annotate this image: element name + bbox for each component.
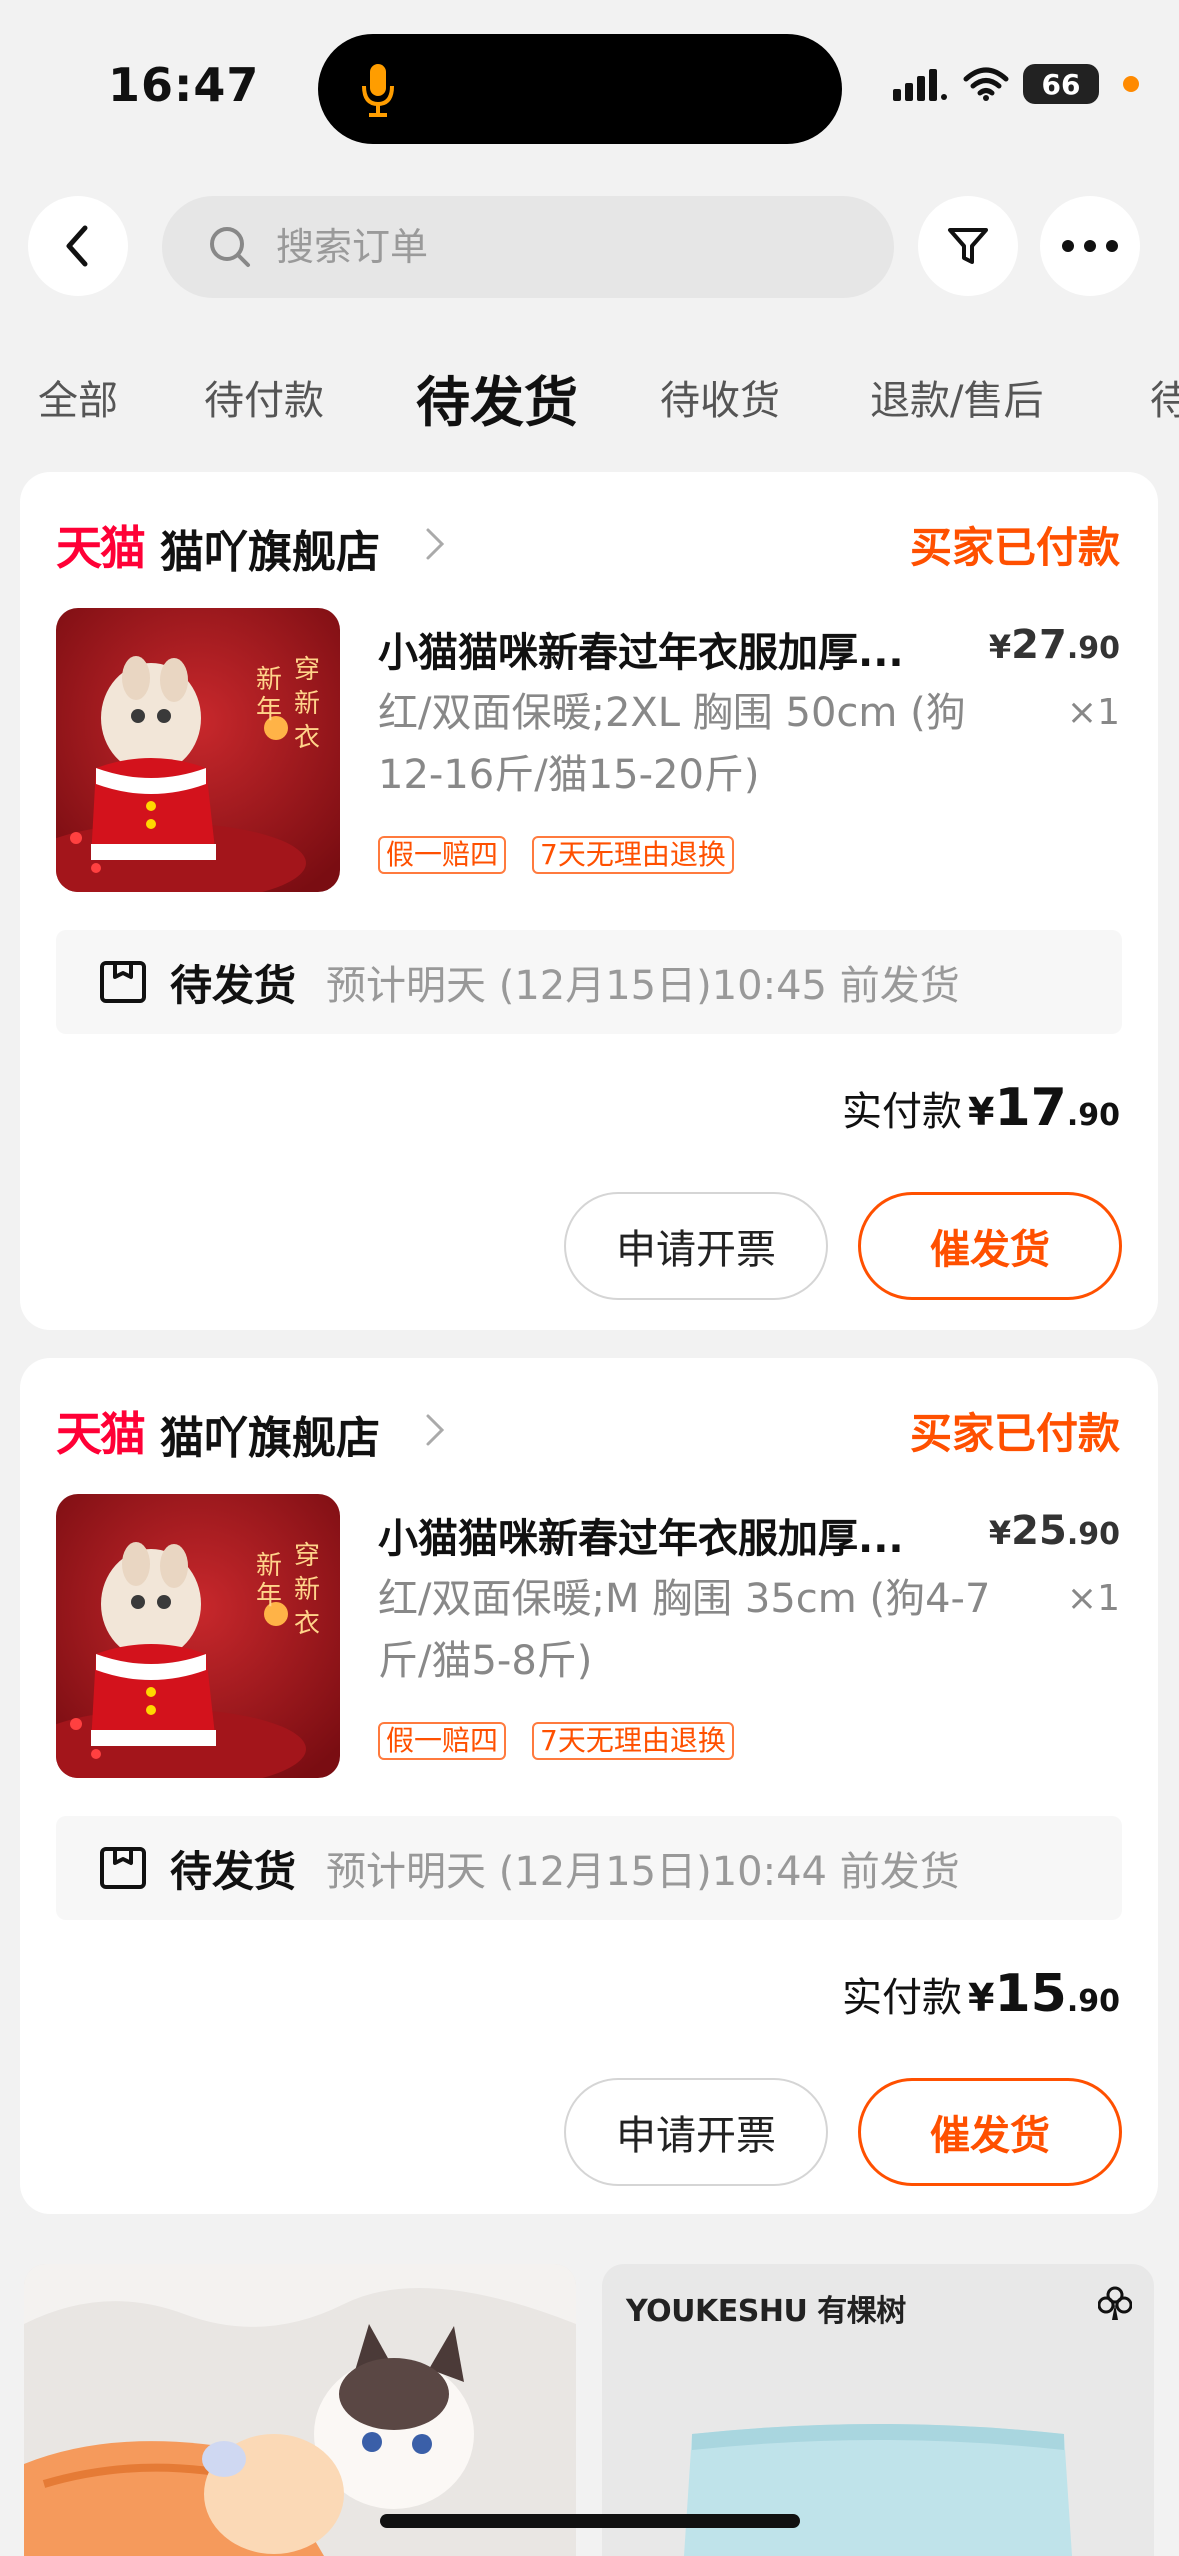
- product-sku: 红/双面保暖;M 胸围 35cm (狗4-7斤/猫5-8斤): [378, 1576, 991, 1684]
- amount-paid-label: 实付款: [842, 1975, 963, 2021]
- currency-symbol: ¥: [988, 628, 1012, 666]
- order-tabs: 全部 待付款 待发货 待收货 退款/售后 待: [0, 350, 1179, 440]
- amount-paid-integer: 15: [994, 1964, 1067, 2024]
- guarantee-tag: 假一赔四: [378, 1722, 507, 1760]
- order-card: 天猫 猫吖旗舰店 买家已付款 新年 穿新衣 小猫猫咪新春过年衣服加厚... ¥2…: [20, 1358, 1158, 2214]
- chevron-right-icon[interactable]: [420, 524, 450, 564]
- filter-icon: [948, 228, 988, 264]
- return-policy-tag: 7天无理由退换: [532, 836, 734, 874]
- tab-pending-receipt[interactable]: 待收货: [660, 368, 780, 426]
- shipping-status-label: 待发货: [170, 1846, 297, 1896]
- thumb-text-new-year: 新年: [256, 1551, 282, 1611]
- amount-paid-integer: 17: [994, 1078, 1067, 1138]
- status-icons: 66: [893, 62, 1139, 106]
- tab-pending-review[interactable]: 待: [1150, 368, 1179, 426]
- tab-all[interactable]: 全部: [38, 368, 118, 426]
- product-sku: 红/双面保暖;2XL 胸围 50cm (狗12-16斤/猫15-20斤): [378, 690, 966, 798]
- product-thumbnail[interactable]: 新年 穿新衣: [56, 1494, 340, 1778]
- kitten-sweater-image: [24, 2264, 576, 2556]
- return-policy-tag: 7天无理由退换: [532, 1722, 734, 1760]
- guarantee-tag: 假一赔四: [378, 836, 507, 874]
- product-quantity: ×1: [1066, 1578, 1120, 1619]
- tab-pending-payment[interactable]: 待付款: [204, 368, 324, 426]
- shipping-eta: 预计明天 (12月15日)10:44 前发货: [326, 1849, 960, 1895]
- back-button[interactable]: [28, 196, 128, 296]
- microphone-icon: [362, 64, 394, 117]
- recommendation-card[interactable]: [24, 2264, 576, 2556]
- chevron-right-icon[interactable]: [420, 1410, 450, 1450]
- amount-paid-label: 实付款: [842, 1089, 963, 1135]
- search-bar[interactable]: [162, 196, 894, 298]
- dynamic-island: [318, 34, 842, 144]
- cat-costume-image: 新年 穿新衣: [56, 608, 340, 892]
- amount-paid: 实付款 ¥17.90: [842, 1078, 1120, 1138]
- urge-shipment-button[interactable]: 催发货: [858, 1192, 1122, 1300]
- privacy-indicator-dot: [1123, 76, 1139, 92]
- store-name[interactable]: 猫吖旗舰店: [160, 516, 380, 580]
- wifi-icon: [963, 67, 1009, 101]
- price-integer: 27: [1011, 622, 1067, 668]
- request-invoice-button[interactable]: 申请开票: [564, 2078, 828, 2186]
- tab-refund-aftersale[interactable]: 退款/售后: [870, 368, 1043, 426]
- search-input[interactable]: [276, 225, 836, 269]
- status-bar: 16:47 66: [0, 0, 1179, 175]
- battery-indicator: 66: [1023, 64, 1099, 104]
- package-icon: [100, 961, 146, 1003]
- package-icon: [100, 1847, 146, 1889]
- currency-symbol: ¥: [988, 1514, 1012, 1552]
- order-status: 买家已付款: [909, 523, 1120, 572]
- product-title[interactable]: 小猫猫咪新春过年衣服加厚...: [378, 1506, 958, 1564]
- tab-pending-shipment[interactable]: 待发货: [416, 358, 578, 437]
- amount-paid-decimal: .90: [1066, 1098, 1120, 1133]
- request-invoice-button[interactable]: 申请开票: [564, 1192, 828, 1300]
- recommendation-card[interactable]: YOUKESHU 有棵树: [602, 2264, 1154, 2556]
- product-price: ¥27.90: [989, 622, 1120, 668]
- shipping-status-bar[interactable]: 待发货 预计明天 (12月15日)10:45 前发货: [56, 930, 1122, 1034]
- urge-shipment-button[interactable]: 催发货: [858, 2078, 1122, 2186]
- home-indicator[interactable]: [380, 2514, 800, 2528]
- battery-level: 66: [1041, 67, 1081, 101]
- thumb-text-new-year: 新年: [256, 665, 282, 725]
- order-status: 买家已付款: [909, 1409, 1120, 1458]
- store-name[interactable]: 猫吖旗舰店: [160, 1402, 380, 1466]
- amount-paid-decimal: .90: [1066, 1984, 1120, 2019]
- product-price: ¥25.90: [989, 1508, 1120, 1554]
- thumb-text-new-clothes: 穿新衣: [294, 1541, 320, 1639]
- price-integer: 25: [1011, 1508, 1067, 1554]
- amount-paid: 实付款 ¥15.90: [842, 1964, 1120, 2024]
- cellular-signal-icon: [893, 69, 947, 101]
- currency-symbol: ¥: [968, 1090, 995, 1134]
- search-icon: [210, 227, 250, 267]
- order-card: 天猫 猫吖旗舰店 买家已付款 新年 穿新衣 小猫猫咪新春过年衣服加厚... ¥2…: [20, 472, 1158, 1330]
- price-decimal: .90: [1066, 631, 1120, 666]
- shipping-status-bar[interactable]: 待发货 预计明天 (12月15日)10:44 前发货: [56, 1816, 1122, 1920]
- currency-symbol: ¥: [968, 1976, 995, 2020]
- thumb-text-new-clothes: 穿新衣: [294, 655, 320, 753]
- more-button[interactable]: [1040, 196, 1140, 296]
- shipping-eta: 预计明天 (12月15日)10:45 前发货: [326, 963, 960, 1009]
- status-time: 16:47: [108, 58, 260, 112]
- shipping-status-label: 待发货: [170, 960, 297, 1010]
- underwear-product-image: [684, 2424, 1072, 2556]
- price-decimal: .90: [1066, 1517, 1120, 1552]
- tmall-logo: 天猫: [56, 1407, 146, 1461]
- chevron-left-icon: [66, 225, 88, 267]
- product-title[interactable]: 小猫猫咪新春过年衣服加厚...: [378, 620, 958, 678]
- product-thumbnail[interactable]: 新年 穿新衣: [56, 608, 340, 892]
- product-quantity: ×1: [1066, 692, 1120, 733]
- tmall-logo: 天猫: [56, 521, 146, 575]
- filter-button[interactable]: [918, 196, 1018, 296]
- more-dots-icon: [1062, 240, 1118, 252]
- cat-costume-image: 新年 穿新衣: [56, 1494, 340, 1778]
